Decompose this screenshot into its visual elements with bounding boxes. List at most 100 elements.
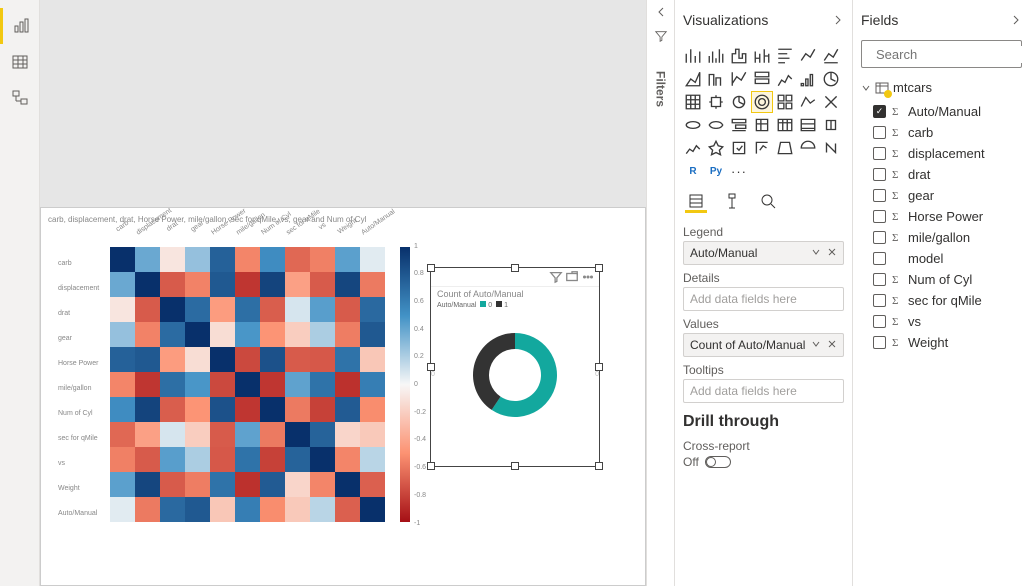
viz-type-icon[interactable] <box>752 69 772 89</box>
field-name: Auto/Manual <box>908 104 981 119</box>
field-row[interactable]: ΣAuto/Manual <box>861 101 1022 122</box>
viz-type-icon[interactable] <box>706 69 726 89</box>
visualizations-pane: Visualizations RPy··· Legend Auto/Manual… <box>674 0 852 586</box>
field-row[interactable]: model <box>861 248 1022 269</box>
field-name: Weight <box>908 335 948 350</box>
collapse-pane-icon[interactable] <box>832 14 844 26</box>
viz-type-icon[interactable] <box>729 115 749 135</box>
viz-type-icon[interactable] <box>798 138 818 158</box>
field-row[interactable]: Σdisplacement <box>861 143 1022 164</box>
field-row[interactable]: Σcarb <box>861 122 1022 143</box>
legend-well[interactable]: Auto/Manual <box>683 241 844 265</box>
viz-type-icon[interactable] <box>706 115 726 135</box>
viz-type-icon[interactable] <box>706 46 726 66</box>
viz-type-icon[interactable] <box>683 92 703 112</box>
field-name: gear <box>908 188 934 203</box>
details-well[interactable]: Add data fields here <box>683 287 844 311</box>
donut-title: Count of Auto/Manual <box>431 287 599 301</box>
chevron-down-icon[interactable] <box>811 339 821 349</box>
field-checkbox[interactable] <box>873 231 886 244</box>
model-view-button[interactable] <box>0 80 40 116</box>
fields-tab[interactable] <box>685 191 707 213</box>
viz-type-icon[interactable] <box>798 69 818 89</box>
focus-mode-icon[interactable] <box>565 270 579 284</box>
field-row[interactable]: ΣWeight <box>861 332 1022 353</box>
donut-chart[interactable]: 0 0 <box>431 313 599 433</box>
field-checkbox[interactable] <box>873 126 886 139</box>
collapse-pane-icon[interactable] <box>1010 14 1022 26</box>
viz-type-icon[interactable] <box>752 115 772 135</box>
viz-type-icon[interactable] <box>798 115 818 135</box>
field-checkbox[interactable] <box>873 315 886 328</box>
viz-type-icon[interactable] <box>775 69 795 89</box>
viz-type-icon[interactable] <box>729 138 749 158</box>
viz-type-icon[interactable] <box>798 46 818 66</box>
viz-type-icon[interactable] <box>729 46 749 66</box>
values-well[interactable]: Count of Auto/Manual <box>683 333 844 357</box>
field-checkbox[interactable] <box>873 336 886 349</box>
fields-search[interactable] <box>861 40 1022 68</box>
viz-type-icon[interactable] <box>775 46 795 66</box>
viz-type-icon[interactable] <box>798 92 818 112</box>
field-checkbox[interactable] <box>873 168 886 181</box>
viz-type-icon[interactable] <box>821 138 841 158</box>
viz-type-icon[interactable] <box>706 138 726 158</box>
viz-type-icon[interactable] <box>729 92 749 112</box>
viz-type-icon[interactable] <box>821 46 841 66</box>
field-checkbox[interactable] <box>873 252 886 265</box>
viz-type-icon[interactable] <box>683 115 703 135</box>
chevron-down-icon[interactable] <box>811 247 821 257</box>
more-visuals-icon[interactable]: ··· <box>729 161 749 181</box>
more-options-icon[interactable] <box>581 270 595 284</box>
field-row[interactable]: Σvs <box>861 311 1022 332</box>
viz-type-icon[interactable] <box>821 115 841 135</box>
field-checkbox[interactable] <box>873 210 886 223</box>
format-tab[interactable] <box>721 191 743 213</box>
field-name: Horse Power <box>908 209 983 224</box>
filter-icon[interactable] <box>549 270 563 284</box>
viz-type-icon[interactable] <box>775 92 795 112</box>
field-checkbox[interactable] <box>873 273 886 286</box>
viz-type-icon[interactable] <box>821 69 841 89</box>
viz-type-icon[interactable] <box>752 138 772 158</box>
remove-field-icon[interactable] <box>827 247 837 257</box>
report-canvas[interactable]: carb, displacement, drat, Horse Power, m… <box>40 0 646 586</box>
data-view-button[interactable] <box>0 44 40 80</box>
sigma-icon: Σ <box>892 274 902 286</box>
field-row[interactable]: Σgear <box>861 185 1022 206</box>
field-row[interactable]: Σ Num of Cyl <box>861 269 1022 290</box>
viz-type-icon[interactable] <box>752 46 772 66</box>
table-mtcars[interactable]: mtcars <box>861 80 1022 95</box>
viz-type-icon[interactable] <box>683 69 703 89</box>
field-checkbox[interactable] <box>873 105 886 118</box>
viz-type-icon[interactable] <box>729 69 749 89</box>
field-checkbox[interactable] <box>873 294 886 307</box>
field-checkbox[interactable] <box>873 147 886 160</box>
viz-type-icon[interactable]: R <box>683 161 703 181</box>
filters-pane-collapsed[interactable]: Filters <box>646 0 674 586</box>
viz-type-icon[interactable] <box>683 138 703 158</box>
viz-type-icon[interactable] <box>775 138 795 158</box>
heatmap-visual[interactable] <box>110 247 385 522</box>
field-name: Num of Cyl <box>908 272 972 287</box>
field-row[interactable]: Σsec for qMile <box>861 290 1022 311</box>
field-row[interactable]: Σmile/gallon <box>861 227 1022 248</box>
remove-field-icon[interactable] <box>827 339 837 349</box>
field-row[interactable]: Σdrat <box>861 164 1022 185</box>
field-name: model <box>908 251 943 266</box>
tooltips-well[interactable]: Add data fields here <box>683 379 844 403</box>
field-row[interactable]: ΣHorse Power <box>861 206 1022 227</box>
viz-type-icon[interactable] <box>683 46 703 66</box>
viz-type-icon[interactable]: Py <box>706 161 726 181</box>
cross-report-toggle[interactable]: Off <box>683 455 844 469</box>
viz-type-icon[interactable] <box>821 92 841 112</box>
donut-chart-visual[interactable]: Count of Auto/Manual Auto/Manual 0 1 0 0 <box>430 267 600 467</box>
viz-type-icon[interactable] <box>775 115 795 135</box>
analytics-tab[interactable] <box>757 191 779 213</box>
field-checkbox[interactable] <box>873 189 886 202</box>
viz-type-icon[interactable] <box>706 92 726 112</box>
report-view-button[interactable] <box>0 8 40 44</box>
fields-search-input[interactable] <box>874 46 1030 63</box>
viz-type-icon[interactable] <box>752 92 772 112</box>
expand-filters-icon[interactable] <box>653 4 669 23</box>
